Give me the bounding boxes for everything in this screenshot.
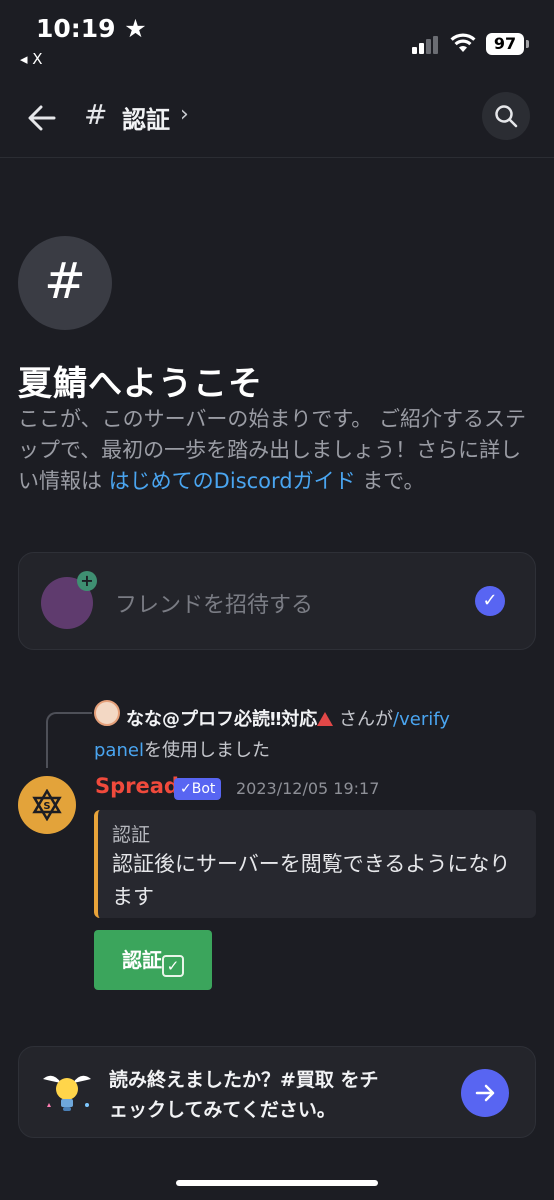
verify-button[interactable]: 認証 ✓ bbox=[94, 930, 212, 990]
back-to-app-link[interactable]: ◂ X bbox=[20, 50, 43, 68]
verify-button-label: 認証 bbox=[122, 948, 162, 972]
lightbulb-wings-icon bbox=[43, 1075, 91, 1111]
welcome-text-after: まで。 bbox=[355, 469, 425, 493]
reply-suffix: さんが bbox=[333, 709, 394, 730]
invite-friends-label: フレンドを招待する bbox=[115, 593, 314, 618]
reply-reference[interactable]: なな@プロフ必読‼対応 さんが/verify bbox=[126, 703, 536, 736]
reply-suffix2: を使用しました bbox=[143, 740, 270, 761]
reply-user-avatar[interactable] bbox=[94, 700, 120, 726]
embed-description: 認証後にサーバーを閲覧できるようになります bbox=[112, 852, 511, 909]
star-of-david-icon: S bbox=[32, 789, 62, 821]
welcome-title: 夏鯖へようこそ bbox=[18, 364, 263, 404]
arrow-right-icon bbox=[475, 1084, 495, 1102]
search-button[interactable] bbox=[482, 92, 530, 140]
reply-reference-line2: panelを使用しました bbox=[94, 734, 270, 767]
slash-command-link[interactable]: /verify bbox=[393, 709, 450, 730]
channel-icon: # bbox=[18, 236, 112, 330]
welcome-text: ここが、このサーバーの始まりです。 ご紹介するステップで、最初の一歩を踏み出しま… bbox=[18, 404, 538, 497]
checkmark-icon: ✓ bbox=[475, 586, 505, 616]
go-button[interactable] bbox=[461, 1069, 509, 1117]
battery-indicator: 97 bbox=[486, 33, 529, 55]
cellular-signal-icon bbox=[412, 36, 442, 54]
message-timestamp: 2023/12/05 19:17 bbox=[236, 779, 380, 798]
channel-title[interactable]: 認証 bbox=[122, 100, 170, 135]
discord-guide-link[interactable]: はじめてのDiscordガイド bbox=[109, 469, 356, 493]
check-mark-button-icon: ✓ bbox=[162, 955, 184, 977]
channel-header: # 認証 › bbox=[0, 80, 554, 158]
chevron-right-icon[interactable]: › bbox=[180, 102, 189, 127]
reply-connector bbox=[46, 712, 92, 768]
channel-hash-icon: # bbox=[84, 98, 108, 131]
arrow-left-icon[interactable] bbox=[24, 100, 60, 136]
slash-command-link-cont[interactable]: panel bbox=[94, 740, 144, 761]
reply-username[interactable]: なな@プロフ必読‼対応 bbox=[126, 709, 317, 730]
status-bar: 10:19 ★ ◂ X 97 bbox=[0, 0, 554, 80]
home-indicator[interactable] bbox=[176, 1180, 378, 1186]
banner-text: 読み終えましたか？#買取 をチェックしてみてください。 bbox=[109, 1069, 379, 1121]
svg-text:S: S bbox=[43, 801, 50, 812]
message-embed: 認証 認証後にサーバーを閲覧できるようになります bbox=[94, 810, 536, 918]
embed-title: 認証 bbox=[112, 824, 151, 846]
hash-icon: # bbox=[44, 252, 86, 310]
invite-friends-card[interactable]: + フレンドを招待する ✓ bbox=[18, 552, 536, 650]
red-triangle-icon bbox=[317, 712, 334, 726]
bot-tag-badge: ✓Bot bbox=[174, 778, 222, 800]
wifi-icon bbox=[450, 33, 476, 52]
status-time: 10:19 ★ bbox=[36, 14, 147, 43]
message-author[interactable]: Spread bbox=[95, 774, 179, 798]
bot-avatar[interactable]: S bbox=[18, 776, 76, 834]
plus-icon: + bbox=[77, 571, 97, 591]
search-icon bbox=[495, 105, 518, 128]
read-complete-banner[interactable]: 読み終えましたか？#買取 をチェックしてみてください。 bbox=[18, 1046, 536, 1138]
